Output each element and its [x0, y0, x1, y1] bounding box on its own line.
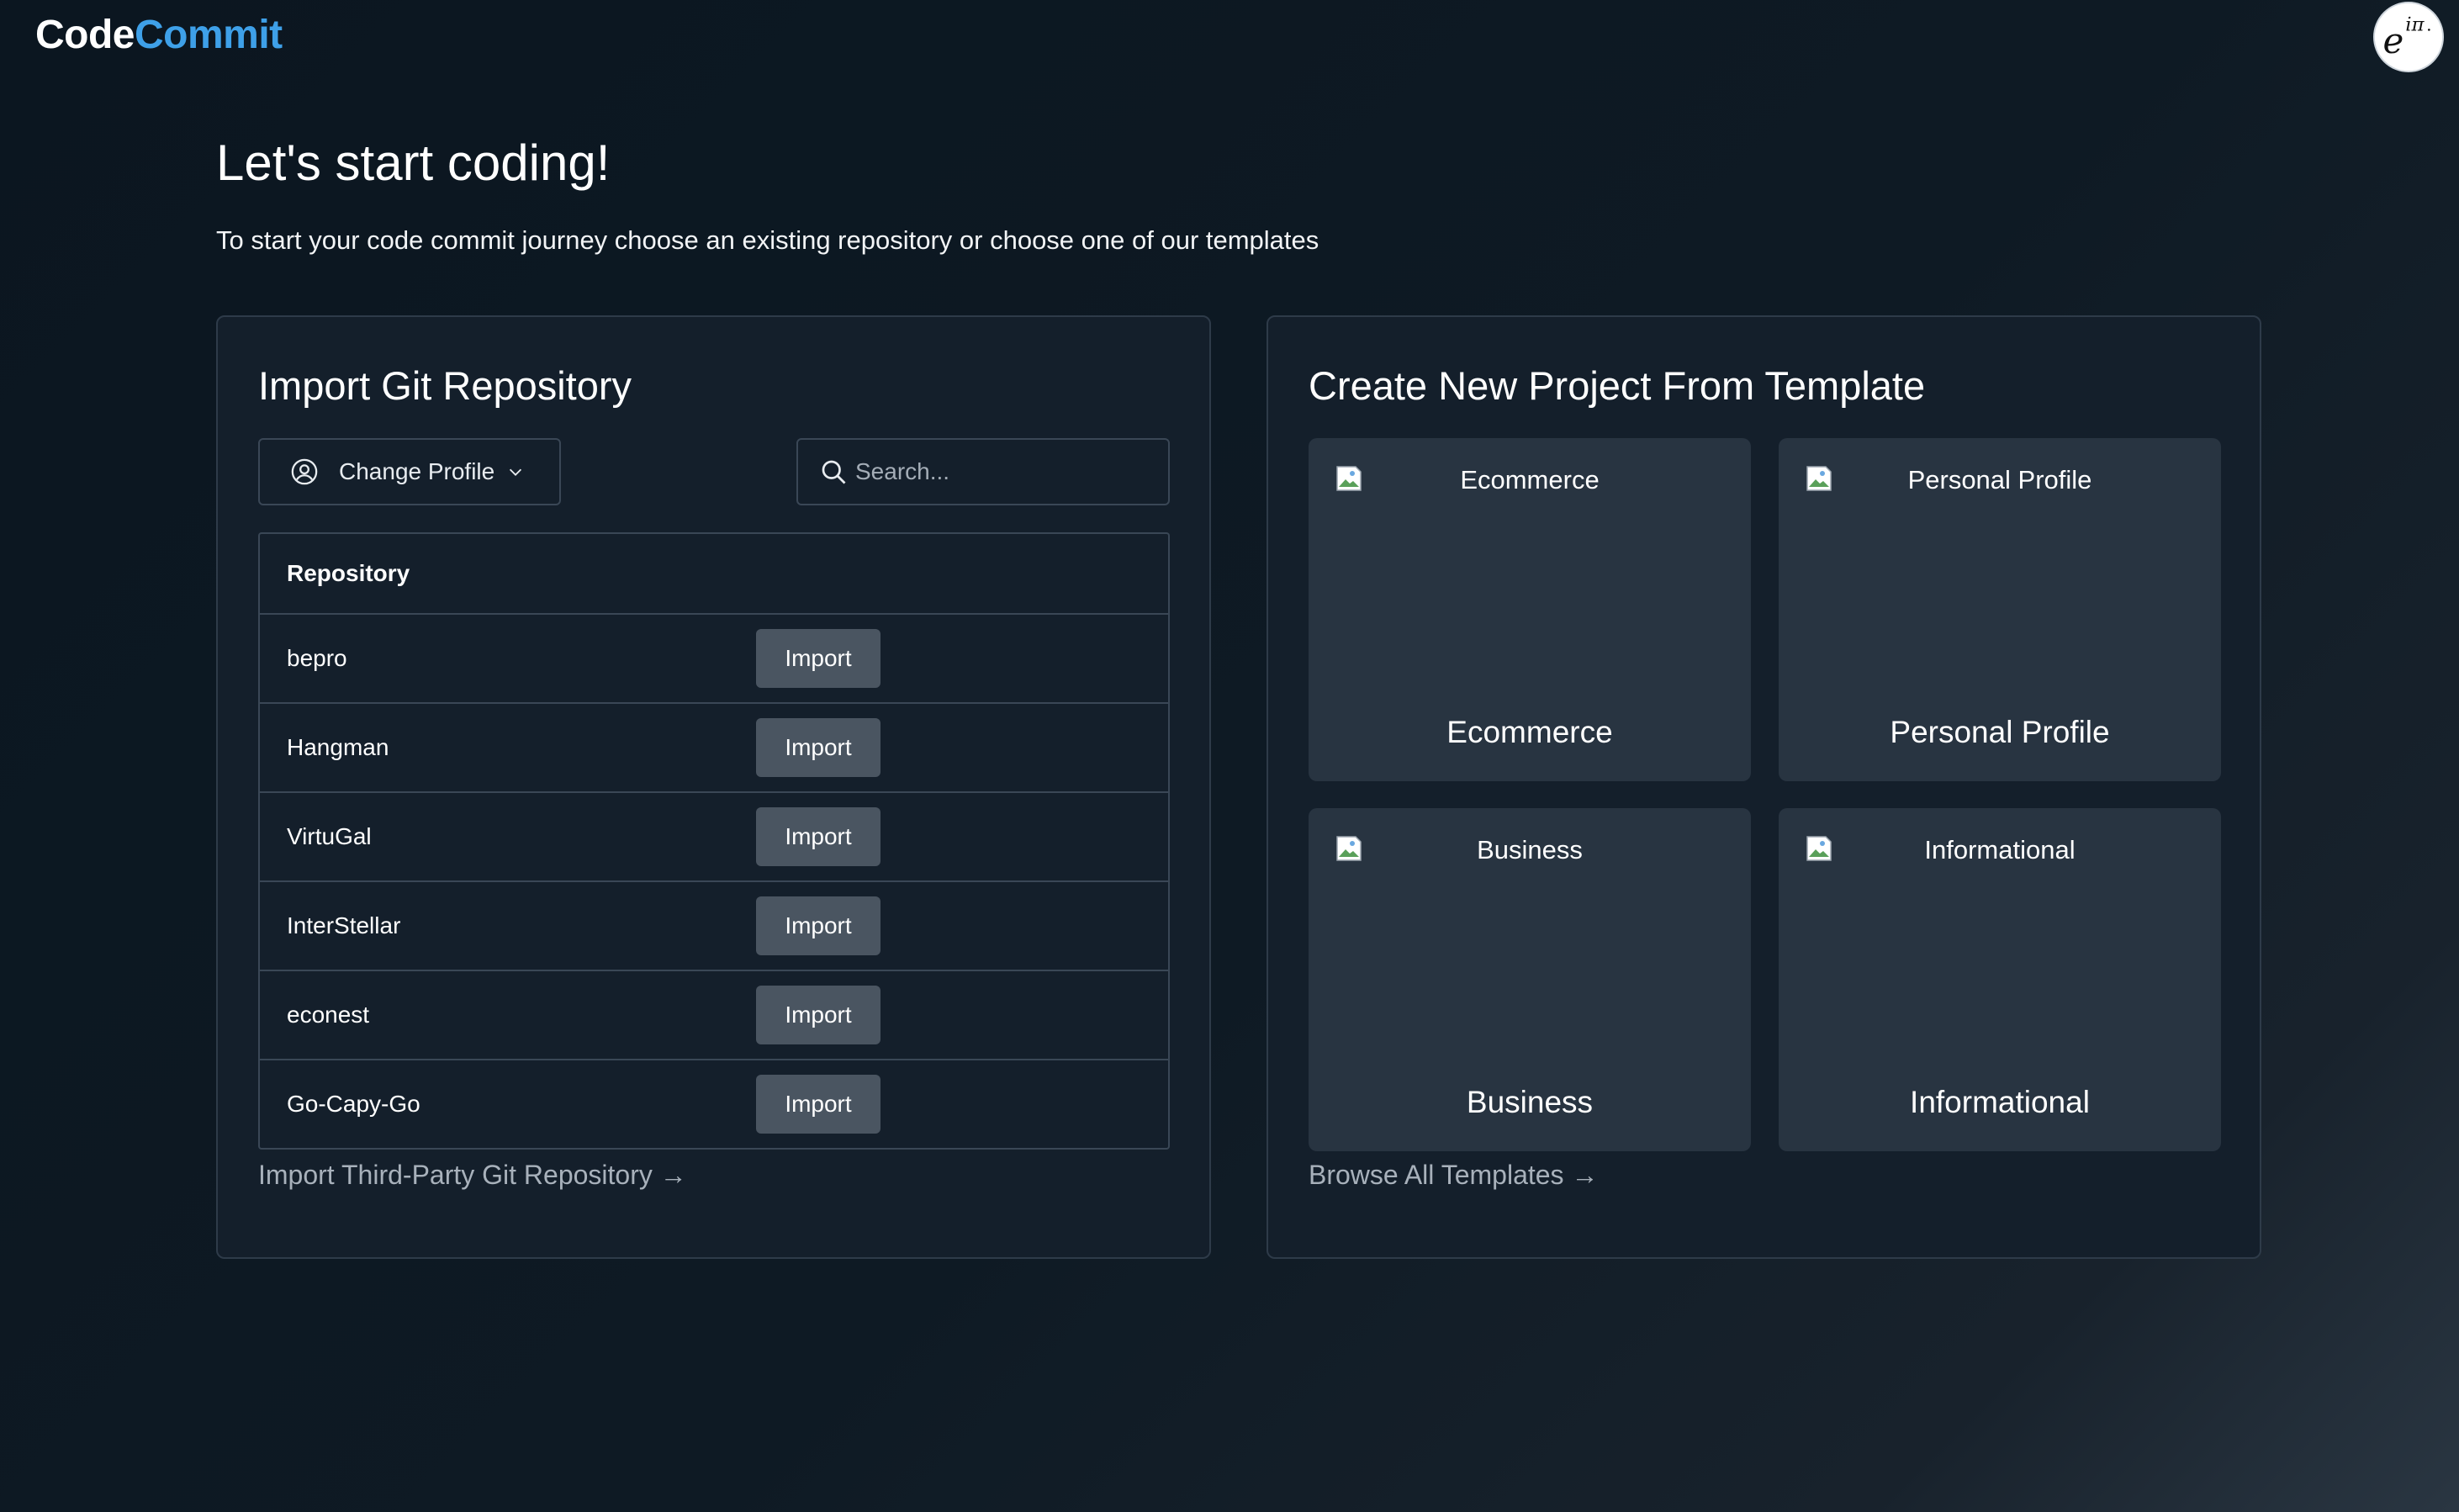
chevron-down-icon [506, 463, 525, 481]
repository-name: InterStellar [287, 912, 401, 938]
import-third-party-link[interactable]: Import Third-Party Git Repository → [258, 1158, 687, 1192]
table-row: InterStellar Import [260, 882, 1168, 971]
template-title: Business [1466, 1085, 1594, 1119]
template-image-alt: Ecommerce [1460, 465, 1600, 494]
table-row: Go-Capy-Go Import [260, 1060, 1168, 1148]
search-icon [818, 457, 849, 487]
search-input[interactable] [854, 457, 1160, 486]
template-image-alt: Informational [1924, 835, 2076, 864]
change-profile-button[interactable]: Change Profile [258, 438, 561, 505]
browse-all-templates-link[interactable]: Browse All Templates → [1309, 1158, 1598, 1192]
template-card-business[interactable]: Business Business [1309, 808, 1751, 1151]
import-button[interactable]: Import [756, 718, 880, 777]
repository-search[interactable] [796, 438, 1170, 505]
table-row: Hangman Import [260, 704, 1168, 793]
table-row: bepro Import [260, 615, 1168, 704]
repository-column-header: Repository [260, 534, 1168, 615]
template-panel: Create New Project From Template Ecommer… [1267, 315, 2261, 1259]
svg-text:iπ: iπ [2405, 13, 2425, 35]
template-image-alt: Business [1477, 835, 1583, 864]
import-panel-title: Import Git Repository [258, 363, 632, 408]
import-button[interactable]: Import [756, 629, 880, 688]
template-card-informational[interactable]: Informational Informational [1779, 808, 2221, 1151]
app-logo[interactable]: CodeCommit [35, 10, 283, 61]
repository-table: Repository bepro Import Hangman Import Virtu… [258, 532, 1170, 1150]
template-title: Ecommerce [1446, 715, 1613, 749]
template-title: Informational [1910, 1085, 2090, 1119]
page-subtitle: To start your code commit journey choose… [216, 225, 1319, 255]
page-title: Let's start coding! [216, 135, 611, 191]
import-repository-panel: Import Git Repository Change Profile Rep… [216, 315, 1211, 1259]
table-row: econest Import [260, 971, 1168, 1060]
logo-text-code: Code [35, 13, 135, 57]
logo-text-commit: Commit [135, 13, 283, 57]
avatar-image: e iπ . [2375, 3, 2442, 71]
repository-name: VirtuGal [287, 823, 372, 849]
repository-name: Go-Capy-Go [287, 1091, 420, 1117]
import-button[interactable]: Import [756, 1075, 880, 1134]
change-profile-label: Change Profile [339, 458, 495, 484]
user-circle-icon [290, 457, 319, 486]
repository-name: bepro [287, 645, 347, 671]
import-button[interactable]: Import [756, 807, 880, 866]
repository-name: econest [287, 1002, 370, 1028]
template-title: Personal Profile [1890, 715, 2110, 749]
user-avatar[interactable]: e iπ . [2373, 2, 2444, 72]
template-card-ecommerce[interactable]: Ecommerce Ecommerce [1309, 438, 1751, 781]
repository-name: Hangman [287, 734, 389, 760]
svg-text:e: e [2383, 20, 2404, 61]
template-card-personal-profile[interactable]: Personal Profile Personal Profile [1779, 438, 2221, 781]
table-row: VirtuGal Import [260, 793, 1168, 882]
import-button[interactable]: Import [756, 896, 880, 955]
template-panel-title: Create New Project From Template [1309, 363, 1926, 408]
svg-text:.: . [2426, 14, 2432, 34]
template-image-alt: Personal Profile [1907, 465, 2092, 494]
import-button[interactable]: Import [756, 986, 880, 1044]
